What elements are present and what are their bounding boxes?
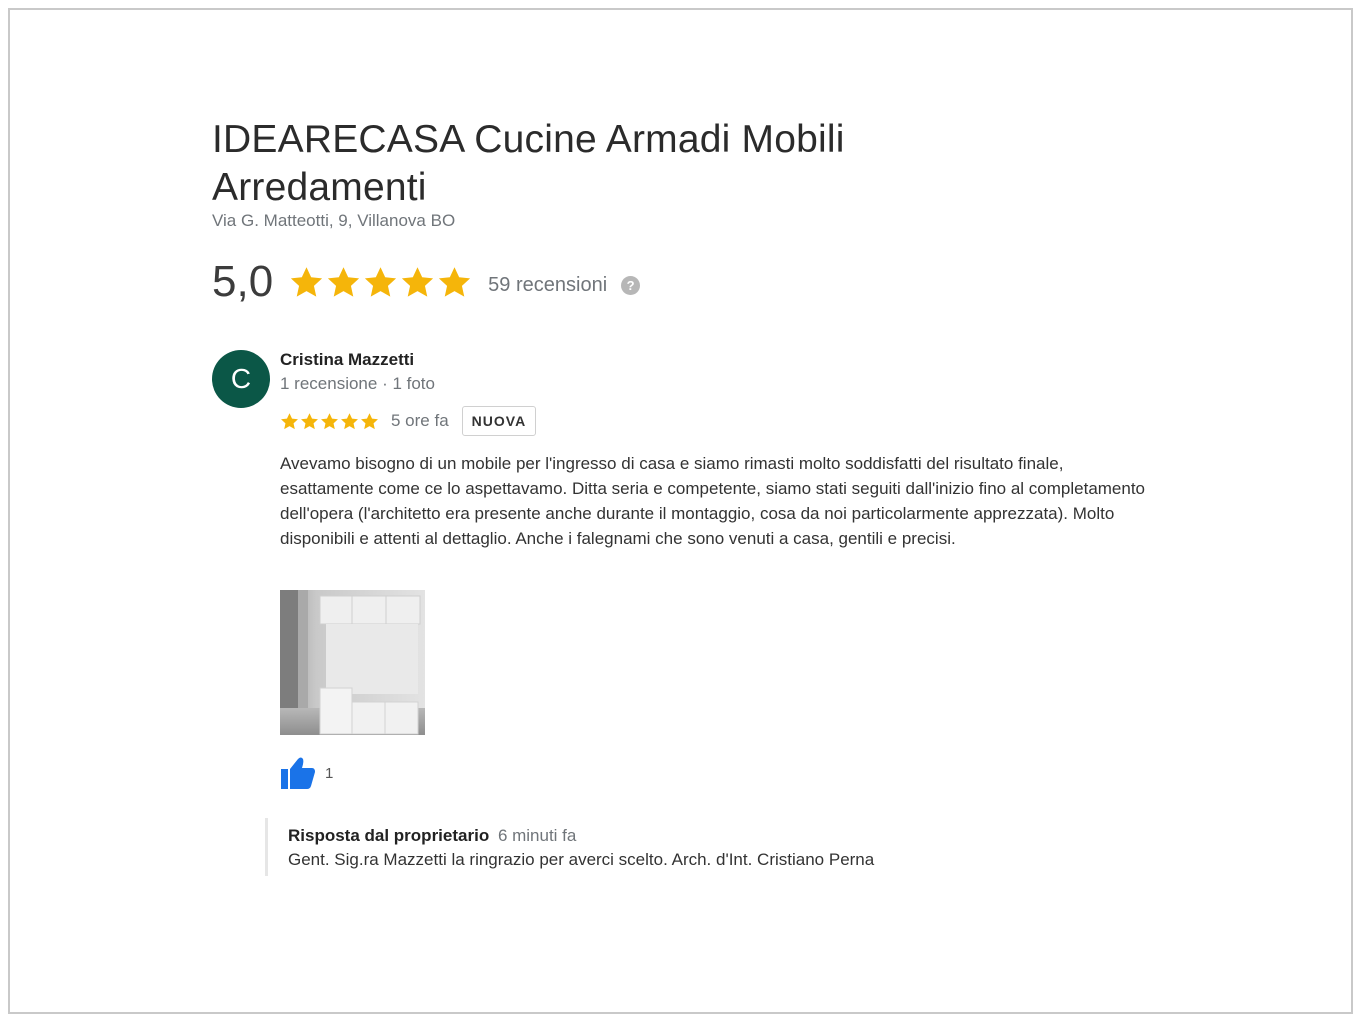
star-icon (439, 266, 471, 297)
average-rating: 5,0 (212, 257, 274, 306)
owner-reply-header: Risposta dal proprietario 6 minuti fa (288, 825, 965, 847)
review-stars (280, 412, 379, 431)
star-icon (361, 412, 378, 429)
business-address: Via G. Matteotti, 9, Villanova BO (212, 211, 456, 230)
help-icon[interactable]: ? (621, 275, 641, 295)
review-photo[interactable] (280, 590, 425, 735)
owner-reply: Risposta dal proprietario 6 minuti fa Ge… (265, 818, 965, 876)
owner-reply-time: 6 minuti fa (497, 826, 577, 845)
star-icon (301, 412, 318, 429)
owner-reply-text: Gent. Sig.ra Mazzetti la ringrazio per a… (288, 850, 875, 869)
like-count: 1 (325, 764, 334, 782)
reviewer-meta: 1 recensione · 1 foto (280, 374, 435, 393)
star-icon (291, 266, 323, 297)
owner-reply-label: Risposta dal proprietario (288, 826, 490, 845)
star-icon (402, 266, 434, 297)
star-icon (341, 412, 358, 429)
new-badge: NUOVA (461, 406, 537, 436)
review-time: 5 ore fa (391, 411, 449, 430)
review-rating-row: 5 ore fa NUOVA (280, 406, 537, 436)
star-icon (365, 266, 397, 297)
review-text: Avevamo bisogno di un mobile per l'ingre… (280, 454, 1146, 548)
review-count-link[interactable]: 59 recensioni (488, 268, 607, 297)
avatar[interactable]: C (212, 350, 270, 408)
thumbs-up-icon[interactable] (280, 756, 316, 790)
star-icon (321, 412, 338, 429)
star-icon (328, 266, 360, 297)
business-name: IDEARECASA Cucine Armadi Mobili Arredame… (212, 118, 845, 209)
like-row: 1 (280, 756, 333, 790)
reviewer-name[interactable]: Cristina Mazzetti (280, 350, 414, 370)
star-icon (281, 412, 298, 429)
average-stars (289, 265, 472, 300)
rating-summary: 5,0 59 recensioni ? (212, 254, 641, 310)
